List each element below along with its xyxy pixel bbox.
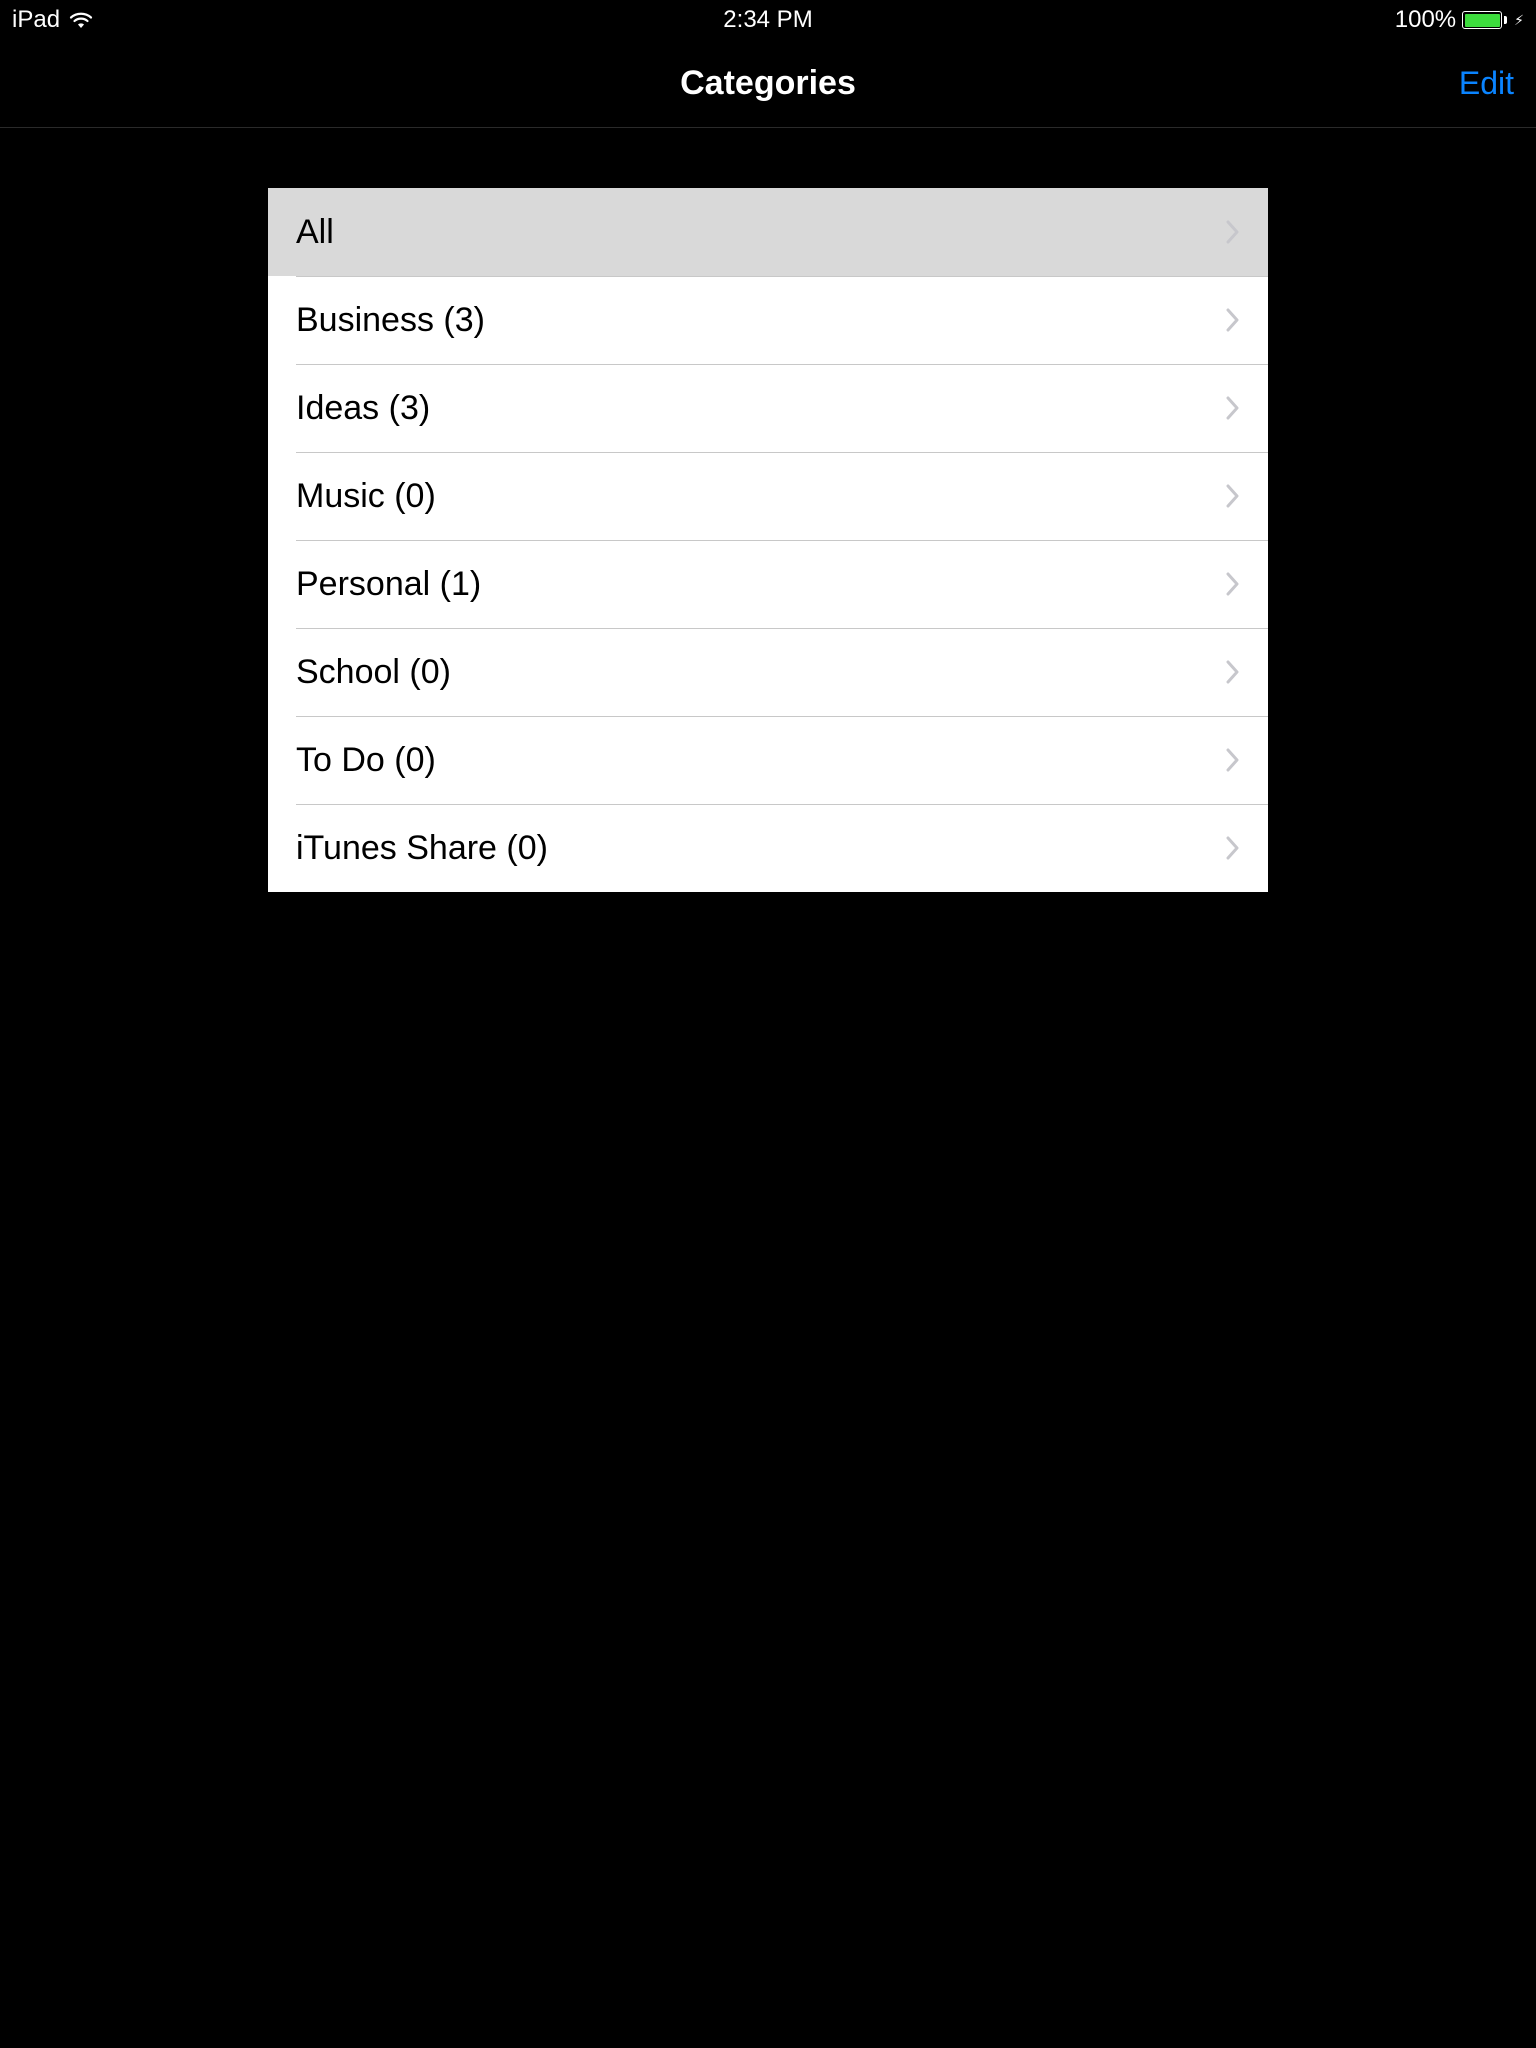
chevron-right-icon: [1226, 660, 1240, 684]
edit-button[interactable]: Edit: [1459, 65, 1514, 102]
chevron-right-icon: [1226, 308, 1240, 332]
chevron-right-icon: [1226, 396, 1240, 420]
status-bar: iPad 2:34 PM 100% ⚡︎: [0, 0, 1536, 40]
category-row-all[interactable]: All: [268, 188, 1268, 276]
category-label: Personal (1): [296, 565, 481, 604]
category-row-ideas[interactable]: Ideas (3): [268, 364, 1268, 452]
status-left: iPad: [12, 6, 94, 34]
category-label: All: [296, 213, 334, 252]
category-label: Ideas (3): [296, 389, 430, 428]
category-label: Music (0): [296, 477, 436, 516]
device-label: iPad: [12, 6, 60, 34]
nav-bar: Categories Edit: [0, 40, 1536, 128]
category-row-business[interactable]: Business (3): [268, 276, 1268, 364]
category-list: All Business (3) Ideas (3) Music (0) Per: [268, 188, 1268, 892]
wifi-icon: [68, 10, 94, 30]
page-title: Categories: [680, 64, 856, 103]
category-row-personal[interactable]: Personal (1): [268, 540, 1268, 628]
battery-percent: 100%: [1395, 6, 1456, 34]
chevron-right-icon: [1226, 220, 1240, 244]
category-row-itunes-share[interactable]: iTunes Share (0): [268, 804, 1268, 892]
category-row-todo[interactable]: To Do (0): [268, 716, 1268, 804]
chevron-right-icon: [1226, 748, 1240, 772]
category-label: To Do (0): [296, 741, 436, 780]
chevron-right-icon: [1226, 572, 1240, 596]
category-label: School (0): [296, 653, 451, 692]
category-label: iTunes Share (0): [296, 829, 548, 868]
category-label: Business (3): [296, 301, 485, 340]
category-row-music[interactable]: Music (0): [268, 452, 1268, 540]
charging-icon: ⚡︎: [1514, 12, 1524, 29]
category-row-school[interactable]: School (0): [268, 628, 1268, 716]
status-time: 2:34 PM: [723, 6, 812, 34]
chevron-right-icon: [1226, 484, 1240, 508]
battery-icon: [1462, 11, 1507, 29]
content-area: All Business (3) Ideas (3) Music (0) Per: [0, 128, 1536, 892]
chevron-right-icon: [1226, 836, 1240, 860]
status-right: 100% ⚡︎: [1395, 6, 1524, 34]
